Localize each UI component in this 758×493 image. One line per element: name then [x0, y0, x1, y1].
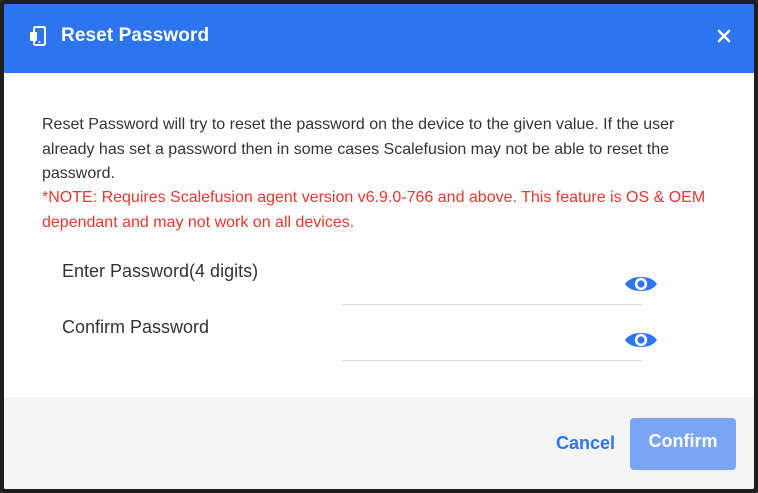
eye-icon[interactable]	[624, 329, 658, 351]
note-text: *NOTE: Requires Scalefusion agent versio…	[42, 189, 706, 231]
enter-password-input[interactable]	[342, 270, 642, 305]
dialog-title: Reset Password	[61, 25, 210, 46]
enter-password-label: Enter Password(4 digits)	[62, 261, 259, 281]
dialog-header: Reset Password	[4, 4, 754, 73]
description-text: Reset Password will try to reset the pas…	[42, 116, 675, 182]
device-key-icon	[30, 26, 46, 46]
close-icon[interactable]	[714, 26, 734, 46]
reset-password-dialog: Reset Password Reset Password will try t…	[0, 0, 758, 493]
confirm-password-input[interactable]	[342, 326, 642, 361]
cancel-button[interactable]: Cancel	[556, 433, 615, 454]
dialog-body: Reset Password will try to reset the pas…	[4, 73, 754, 397]
confirm-button[interactable]: Confirm	[630, 418, 736, 470]
confirm-password-label: Confirm Password	[62, 317, 210, 337]
dialog-footer: Cancel Confirm	[4, 397, 754, 489]
eye-icon[interactable]	[624, 273, 658, 295]
